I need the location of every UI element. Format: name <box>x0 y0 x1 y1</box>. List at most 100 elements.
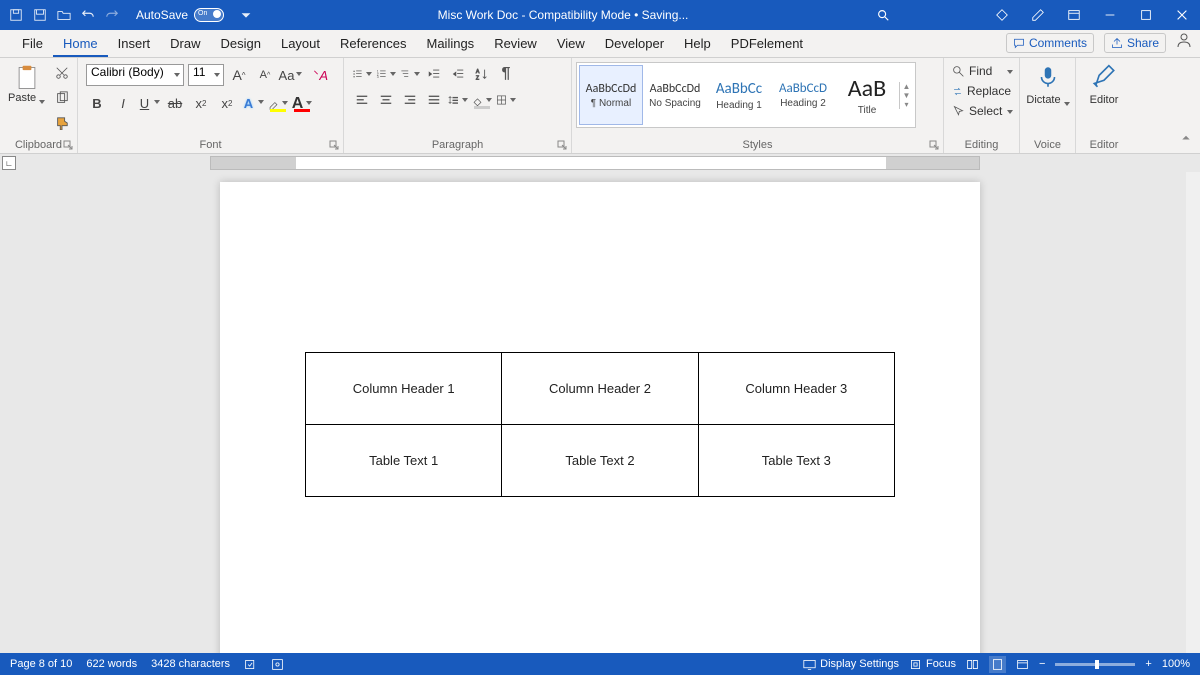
focus-button[interactable]: Focus <box>909 658 956 671</box>
zoom-level[interactable]: 100% <box>1162 658 1190 670</box>
replace-button[interactable]: Replace <box>950 82 1013 100</box>
cut-icon[interactable] <box>55 66 69 85</box>
close-icon[interactable] <box>1164 0 1200 30</box>
minimize-icon[interactable] <box>1092 0 1128 30</box>
autosave-toggle[interactable]: AutoSave On <box>136 8 224 22</box>
borders-icon[interactable] <box>496 90 516 110</box>
document-area[interactable]: Column Header 1 Column Header 2 Column H… <box>0 172 1200 653</box>
text-effects-icon[interactable]: A <box>242 92 264 114</box>
table-cell[interactable]: Table Text 2 <box>502 425 698 497</box>
tab-selector-icon[interactable]: ∟ <box>2 156 16 170</box>
autosave-disk-icon[interactable] <box>8 7 24 23</box>
zoom-in-icon[interactable]: + <box>1145 658 1151 670</box>
paste-button[interactable]: Paste <box>8 64 45 104</box>
align-right-icon[interactable] <box>400 90 420 110</box>
launcher-icon[interactable] <box>557 140 567 150</box>
qat-customize-icon[interactable] <box>238 7 254 23</box>
italic-button[interactable]: I <box>112 92 134 114</box>
table-cell[interactable]: Column Header 2 <box>502 353 698 425</box>
ruler[interactable]: ∟ <box>0 154 1200 172</box>
styles-scroll[interactable]: ▲▼▾ <box>899 82 913 109</box>
align-left-icon[interactable] <box>352 90 372 110</box>
document-table[interactable]: Column Header 1 Column Header 2 Column H… <box>305 352 895 497</box>
folder-open-icon[interactable] <box>56 7 72 23</box>
display-settings-button[interactable]: Display Settings <box>803 658 899 671</box>
tab-mailings[interactable]: Mailings <box>417 30 485 57</box>
tab-review[interactable]: Review <box>484 30 547 57</box>
select-button[interactable]: Select <box>950 102 1013 120</box>
tab-design[interactable]: Design <box>211 30 271 57</box>
share-button[interactable]: Share <box>1104 33 1166 53</box>
tab-pdfelement[interactable]: PDFelement <box>721 30 813 57</box>
page-indicator[interactable]: Page 8 of 10 <box>10 658 72 670</box>
decrease-indent-icon[interactable] <box>424 64 444 84</box>
vertical-scrollbar[interactable] <box>1186 172 1200 653</box>
search-icon[interactable] <box>872 4 894 26</box>
style-normal[interactable]: AaBbCcDd¶ Normal <box>579 65 643 125</box>
style-heading-1[interactable]: AaBbCcHeading 1 <box>707 65 771 125</box>
diamond-icon[interactable] <box>984 0 1020 30</box>
undo-icon[interactable] <box>80 7 96 23</box>
justify-icon[interactable] <box>424 90 444 110</box>
bullets-icon[interactable] <box>352 64 372 84</box>
change-case-icon[interactable]: Aa <box>280 64 302 86</box>
launcher-icon[interactable] <box>63 140 73 150</box>
tab-draw[interactable]: Draw <box>160 30 210 57</box>
styles-gallery[interactable]: AaBbCcDd¶ Normal AaBbCcDdNo Spacing AaBb… <box>576 62 916 128</box>
launcher-icon[interactable] <box>329 140 339 150</box>
copy-icon[interactable] <box>55 91 69 110</box>
table-cell[interactable]: Column Header 1 <box>306 353 502 425</box>
style-title[interactable]: AaBTitle <box>835 65 899 125</box>
comments-button[interactable]: Comments <box>1006 33 1094 53</box>
spell-check-icon[interactable] <box>244 658 257 671</box>
sort-icon[interactable]: AZ <box>472 64 492 84</box>
print-layout-icon[interactable] <box>989 656 1006 673</box>
find-button[interactable]: Find <box>950 62 1013 80</box>
clear-formatting-icon[interactable]: AA <box>306 64 328 86</box>
horizontal-ruler[interactable] <box>210 156 980 170</box>
maximize-icon[interactable] <box>1128 0 1164 30</box>
highlight-color-icon[interactable] <box>268 93 288 113</box>
tab-references[interactable]: References <box>330 30 416 57</box>
align-center-icon[interactable] <box>376 90 396 110</box>
save-icon[interactable] <box>32 7 48 23</box>
table-cell[interactable]: Table Text 1 <box>306 425 502 497</box>
macro-icon[interactable] <box>271 658 284 671</box>
tab-view[interactable]: View <box>547 30 595 57</box>
line-spacing-icon[interactable] <box>448 90 468 110</box>
numbering-icon[interactable]: 123 <box>376 64 396 84</box>
font-color-icon[interactable]: A <box>292 93 312 113</box>
char-count[interactable]: 3428 characters <box>151 658 230 670</box>
strikethrough-button[interactable]: ab <box>164 92 186 114</box>
multilevel-list-icon[interactable] <box>400 64 420 84</box>
zoom-out-icon[interactable]: − <box>1039 658 1045 670</box>
word-count[interactable]: 622 words <box>86 658 137 670</box>
tab-layout[interactable]: Layout <box>271 30 330 57</box>
decrease-font-icon[interactable]: A^ <box>254 64 276 86</box>
tab-help[interactable]: Help <box>674 30 721 57</box>
pen-icon[interactable] <box>1020 0 1056 30</box>
tab-insert[interactable]: Insert <box>108 30 161 57</box>
shading-icon[interactable] <box>472 90 492 110</box>
tab-home[interactable]: Home <box>53 30 108 57</box>
table-cell[interactable]: Table Text 3 <box>698 425 894 497</box>
launcher-icon[interactable] <box>929 140 939 150</box>
format-painter-icon[interactable] <box>55 116 69 135</box>
zoom-slider[interactable] <box>1055 663 1135 666</box>
web-layout-icon[interactable] <box>1016 658 1029 671</box>
ribbon-display-icon[interactable] <box>1056 0 1092 30</box>
font-size-select[interactable]: 11 <box>188 64 224 86</box>
bold-button[interactable]: B <box>86 92 108 114</box>
account-icon[interactable] <box>1176 32 1192 53</box>
tab-developer[interactable]: Developer <box>595 30 674 57</box>
editor-button[interactable]: Editor <box>1076 58 1132 106</box>
dictate-button[interactable]: Dictate <box>1020 58 1076 106</box>
toggle-switch-icon[interactable]: On <box>194 8 224 22</box>
tab-file[interactable]: File <box>12 30 53 57</box>
style-heading-2[interactable]: AaBbCcDHeading 2 <box>771 65 835 125</box>
increase-indent-icon[interactable] <box>448 64 468 84</box>
show-marks-icon[interactable]: ¶ <box>496 64 516 84</box>
subscript-button[interactable]: x2 <box>190 92 212 114</box>
table-cell[interactable]: Column Header 3 <box>698 353 894 425</box>
superscript-button[interactable]: x2 <box>216 92 238 114</box>
